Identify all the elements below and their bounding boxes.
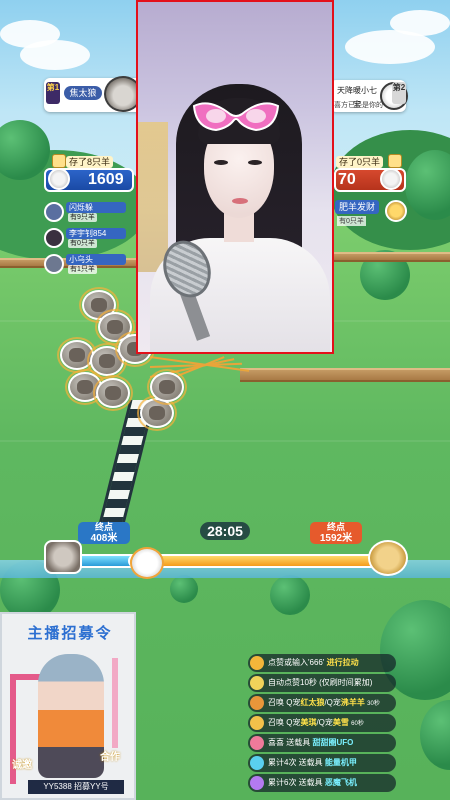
right-rank-badge: 第2 <box>392 82 406 104</box>
poster-character <box>38 654 104 778</box>
left-saved-label: 存了8只羊 <box>66 156 114 168</box>
streamer-video[interactable] <box>136 0 334 354</box>
left-finish-label: 终点 408米 <box>78 522 130 544</box>
gift-rules-list: 点赞或输入'666' 进行拉动 自动点赞10秒 (仅刷时间累加) 召唤 Q宠红太… <box>248 654 396 794</box>
left-rank-row[interactable]: 小乌头 有1只羊 <box>44 254 128 274</box>
right-finish-label: 终点 1592米 <box>310 522 362 544</box>
right-base-goat-icon <box>368 540 408 576</box>
poster-title: 主播招募令 <box>27 625 113 642</box>
gift-rule: 点赞或输入'666' 进行拉动 <box>248 654 396 672</box>
left-rank-badge: 第1 <box>46 82 60 104</box>
poster-caption-right: 合作 <box>100 752 120 763</box>
right-saved-label: 存了0只羊 <box>336 156 384 168</box>
race-progress-bar <box>44 545 406 575</box>
rank-sub: 有0只羊 <box>337 216 366 226</box>
right-score: 70 <box>338 171 356 188</box>
gift-rule: 召唤 Q宠美琪/Q宠美雪 60秒 <box>248 714 396 732</box>
left-score-sheep-icon <box>48 168 70 190</box>
sheep-unit <box>93 375 133 411</box>
plane-icon <box>250 776 264 790</box>
gift-rule: 累计6次 送载具 恶魔飞机 <box>248 774 396 792</box>
dirt-path <box>240 368 450 382</box>
right-score-sheep-icon <box>380 168 402 190</box>
right-rank-row[interactable]: 肥羊发财 有0只羊 <box>335 200 409 228</box>
dirt-path <box>334 252 450 262</box>
gift-rule: 累计4次 送载具 能量机甲 <box>248 754 396 772</box>
right-leader-sub: 喜方已经是你的 <box>334 102 383 109</box>
mecha-icon <box>250 756 264 770</box>
sheep-unit <box>147 369 187 405</box>
cloud <box>390 10 450 36</box>
rank-name: 闪烁躲 <box>66 202 126 213</box>
eye <box>248 160 262 165</box>
left-finish-title: 终点 <box>94 522 113 532</box>
tree <box>170 575 198 603</box>
left-leader-name: 焦太狼 <box>64 86 102 100</box>
poster-caption-left: 诚邀 <box>12 760 32 771</box>
rank-name: 李宇钊854 <box>66 228 126 239</box>
race-sheep-marker-icon <box>130 547 164 579</box>
left-score: 1609 <box>88 171 124 188</box>
lips <box>232 198 248 204</box>
match-timer: 28:05 <box>200 522 250 540</box>
recruit-poster[interactable]: 主播招募令 诚邀 合作 YY5388 招募YY号 <box>0 612 136 800</box>
gift-rule: 喜喜 送载具 甜甜圈UFO <box>248 734 396 752</box>
rank-sub: 有0只羊 <box>68 239 97 248</box>
field-line <box>0 440 450 442</box>
cloud <box>0 20 60 48</box>
gift-rule: 召唤 Q宠红太狼/Q宠沸羊羊 30秒 <box>248 694 396 712</box>
gift-icon <box>250 696 264 710</box>
gift-icon <box>250 716 264 730</box>
background-shelf <box>138 122 168 272</box>
pink-mask-filter-icon <box>192 102 280 132</box>
heart-icon <box>250 736 264 750</box>
rank-sub: 有9只羊 <box>68 213 97 222</box>
left-base-icon <box>44 540 82 574</box>
avatar <box>385 200 407 222</box>
left-rank-row[interactable]: 闪烁躲 有9只羊 <box>44 202 128 222</box>
right-team-icon <box>388 154 402 168</box>
right-progress-segment <box>128 554 390 568</box>
right-leader-name: 天降暖小七宝 <box>334 84 380 109</box>
left-finish-distance: 408米 <box>90 533 118 544</box>
eye <box>214 160 228 165</box>
rank-name: 肥羊发财 <box>335 200 379 214</box>
thumbs-up-icon <box>250 656 264 670</box>
tree <box>270 575 310 615</box>
auto-like-icon <box>250 676 264 690</box>
gift-rule: 自动点赞10秒 (仅刷时间累加) <box>248 674 396 692</box>
left-team-icon <box>52 154 66 168</box>
rank-sub: 有1只羊 <box>68 265 97 274</box>
avatar <box>44 254 64 274</box>
avatar <box>44 228 64 248</box>
rank-name: 小乌头 <box>66 254 126 265</box>
right-finish-distance: 1592米 <box>319 533 353 544</box>
poster-pipe <box>112 658 118 748</box>
avatar <box>44 202 64 222</box>
right-finish-title: 终点 <box>326 522 345 532</box>
left-rank-row[interactable]: 李宇钊854 有0只羊 <box>44 228 128 248</box>
poster-footer: YY5388 招募YY号 <box>28 780 124 794</box>
